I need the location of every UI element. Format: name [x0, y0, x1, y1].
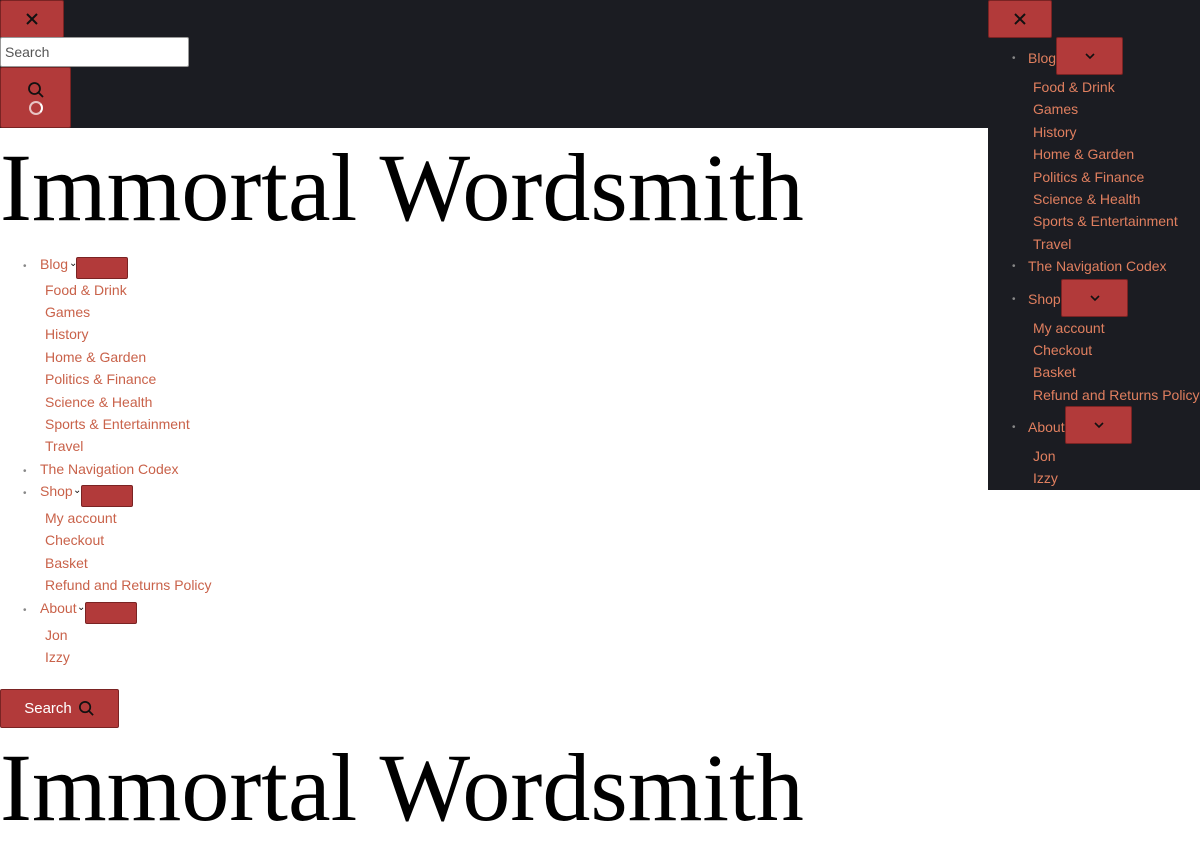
panel-submenu-toggle-about[interactable] [1065, 406, 1132, 444]
panel-nav-item-navigation-codex[interactable]: The Navigation Codex [1028, 258, 1167, 274]
submenu-toggle-shop[interactable] [81, 485, 133, 507]
panel-sub-item-home-garden[interactable]: Home & Garden [1033, 146, 1134, 162]
search-input[interactable] [0, 37, 189, 67]
nav-sub-item-checkout[interactable]: Checkout [45, 532, 104, 548]
panel-sub-item-food-drink[interactable]: Food & Drink [1033, 79, 1115, 95]
panel-submenu-toggle-blog[interactable] [1056, 37, 1123, 75]
nav-sub-item-refund-policy[interactable]: Refund and Returns Policy [45, 577, 212, 593]
panel-sub-item-sports-entertainment[interactable]: Sports & Entertainment [1033, 213, 1178, 229]
submenu-toggle-blog[interactable] [76, 257, 128, 279]
panel-sub-item-history[interactable]: History [1033, 124, 1077, 140]
loading-spinner-icon [28, 100, 43, 115]
nav-sub-item-jon[interactable]: Jon [45, 627, 68, 643]
nav-sub-item-history[interactable]: History [45, 326, 89, 342]
panel-nav-item-shop[interactable]: Shop [1028, 291, 1061, 307]
mobile-navigation-panel: • Blog Food & Drink Games History Home &… [988, 0, 1200, 490]
chevron-down-icon [1089, 295, 1100, 302]
list-bullet: • [1012, 53, 1016, 64]
panel-sub-item-jon[interactable]: Jon [1033, 448, 1056, 464]
nav-sub-item-food-drink[interactable]: Food & Drink [45, 282, 127, 298]
panel-sub-item-checkout[interactable]: Checkout [1033, 342, 1092, 358]
close-icon [26, 13, 38, 25]
panel-sub-item-travel[interactable]: Travel [1033, 236, 1071, 252]
search-icon [78, 701, 94, 716]
search-submit-button[interactable] [0, 67, 71, 128]
panel-nav-item-blog[interactable]: Blog [1028, 50, 1056, 66]
chevron-down-icon [1084, 53, 1095, 60]
list-bullet: • [23, 466, 27, 477]
submenu-toggle-about[interactable] [85, 602, 137, 624]
panel-sub-item-politics-finance[interactable]: Politics & Finance [1033, 169, 1144, 185]
nav-sub-item-home-garden[interactable]: Home & Garden [45, 349, 146, 365]
panel-nav-item-about[interactable]: About [1028, 419, 1065, 435]
panel-sub-item-my-account[interactable]: My account [1033, 320, 1105, 336]
list-bullet: • [1012, 294, 1016, 305]
search-button-label: Search [24, 700, 72, 717]
list-bullet: • [1012, 422, 1016, 433]
list-bullet: • [23, 261, 27, 272]
panel-sub-item-refund-policy[interactable]: Refund and Returns Policy [1033, 387, 1200, 403]
list-bullet: • [23, 488, 27, 499]
panel-sub-item-basket[interactable]: Basket [1033, 364, 1076, 380]
nav-sub-item-games[interactable]: Games [45, 304, 90, 320]
panel-sub-item-science-health[interactable]: Science & Health [1033, 191, 1140, 207]
nav-sub-item-sports-entertainment[interactable]: Sports & Entertainment [45, 416, 190, 432]
list-bullet: • [1012, 261, 1016, 272]
site-title-repeat: Immortal Wordsmith [0, 734, 804, 841]
chevron-down-icon [1093, 422, 1104, 429]
panel-sub-item-games[interactable]: Games [1033, 101, 1078, 117]
nav-sub-item-politics-finance[interactable]: Politics & Finance [45, 371, 156, 387]
nav-item-blog[interactable]: Blog [40, 256, 68, 272]
panel-submenu-toggle-shop[interactable] [1061, 279, 1128, 317]
nav-item-shop[interactable]: Shop [40, 483, 73, 499]
nav-sub-item-izzy[interactable]: Izzy [45, 649, 70, 665]
close-search-button[interactable] [0, 0, 64, 38]
nav-sub-item-basket[interactable]: Basket [45, 555, 88, 571]
nav-sub-item-science-health[interactable]: Science & Health [45, 394, 152, 410]
panel-sub-item-izzy[interactable]: Izzy [1033, 470, 1058, 486]
nav-sub-item-my-account[interactable]: My account [45, 510, 117, 526]
search-button[interactable]: Search [0, 689, 119, 728]
nav-sub-item-travel[interactable]: Travel [45, 438, 83, 454]
site-title: Immortal Wordsmith [0, 134, 804, 241]
nav-item-navigation-codex[interactable]: The Navigation Codex [40, 461, 179, 477]
close-menu-button[interactable] [988, 0, 1052, 38]
nav-item-about[interactable]: About [40, 600, 77, 616]
search-icon [27, 81, 44, 98]
list-bullet: • [23, 605, 27, 616]
close-icon [1014, 13, 1026, 25]
